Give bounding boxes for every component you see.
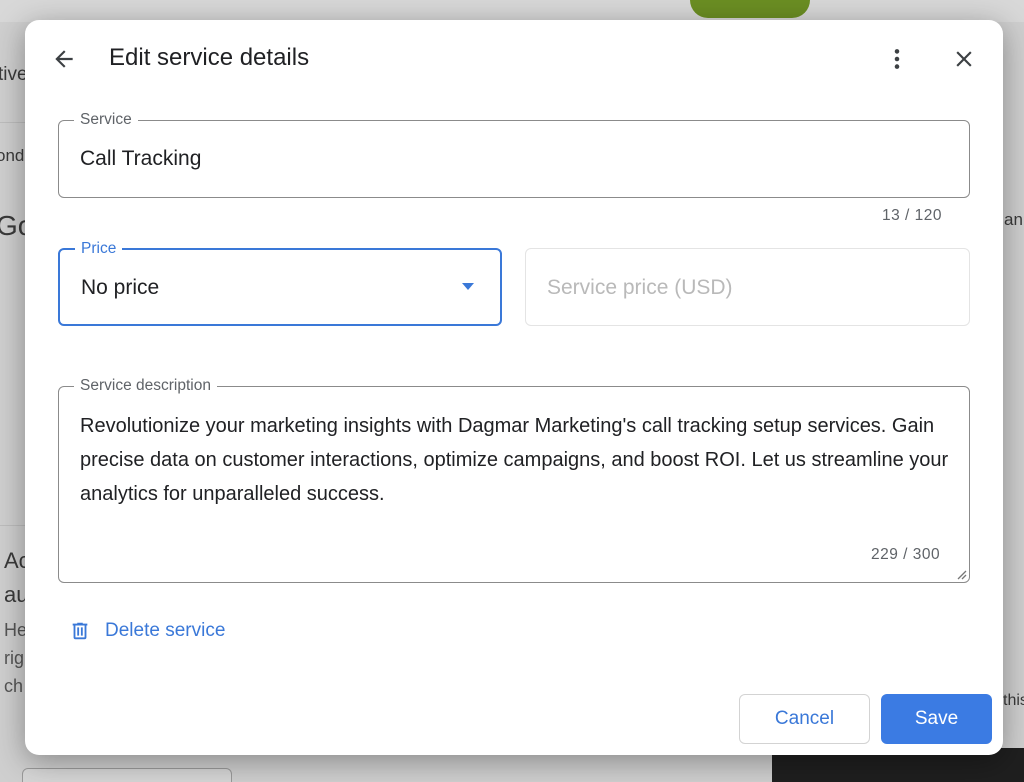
close-icon — [956, 51, 972, 67]
service-field-value: Call Tracking — [80, 147, 202, 170]
resize-handle-icon[interactable] — [955, 568, 967, 580]
service-char-counter: 13 / 120 — [882, 207, 943, 224]
edit-service-dialog: Edit service details Service Call Tracki… — [25, 20, 1003, 755]
service-description-label: Service description — [74, 377, 217, 395]
more-vertical-icon — [894, 49, 900, 69]
cancel-button[interactable]: Cancel — [739, 694, 870, 744]
dropdown-arrow-icon — [462, 283, 474, 290]
trash-icon — [72, 622, 88, 640]
service-field-label: Service — [74, 111, 138, 129]
more-options-button[interactable] — [875, 37, 919, 81]
dialog-title: Edit service details — [109, 44, 310, 71]
background-search-box — [22, 768, 232, 782]
background-graphic — [690, 0, 810, 18]
background-snippet: ch — [4, 676, 24, 696]
delete-service-label: Delete service — [105, 620, 226, 641]
service-description-field[interactable]: Service description Revolutionize your m… — [58, 377, 970, 583]
background-snippet: He — [4, 620, 28, 640]
background-snippet: tive — [0, 64, 28, 85]
background-snippet: rig — [4, 648, 25, 668]
background-divider — [0, 525, 25, 526]
service-field[interactable]: Service Call Tracking — [58, 111, 970, 198]
back-button[interactable] — [42, 37, 86, 81]
save-button[interactable]: Save — [881, 694, 992, 744]
price-select[interactable]: Price No price — [58, 240, 502, 326]
service-price-input[interactable]: Service price (USD) — [525, 248, 970, 326]
description-char-counter: 229 / 300 — [871, 546, 941, 563]
price-select-value: No price — [81, 276, 160, 299]
close-button[interactable] — [942, 37, 986, 81]
background-snippet: ani — [1004, 210, 1024, 229]
service-description-text: Revolutionize your marketing insights wi… — [80, 415, 949, 505]
arrow-left-icon — [55, 50, 73, 68]
service-price-placeholder: Service price (USD) — [547, 276, 733, 299]
background-toolbar — [0, 0, 1024, 22]
price-select-label: Price — [75, 240, 123, 258]
background-snippet: this — [1003, 692, 1024, 709]
background-snippet: ond — [0, 146, 25, 165]
delete-service-button[interactable]: Delete service — [69, 620, 225, 642]
